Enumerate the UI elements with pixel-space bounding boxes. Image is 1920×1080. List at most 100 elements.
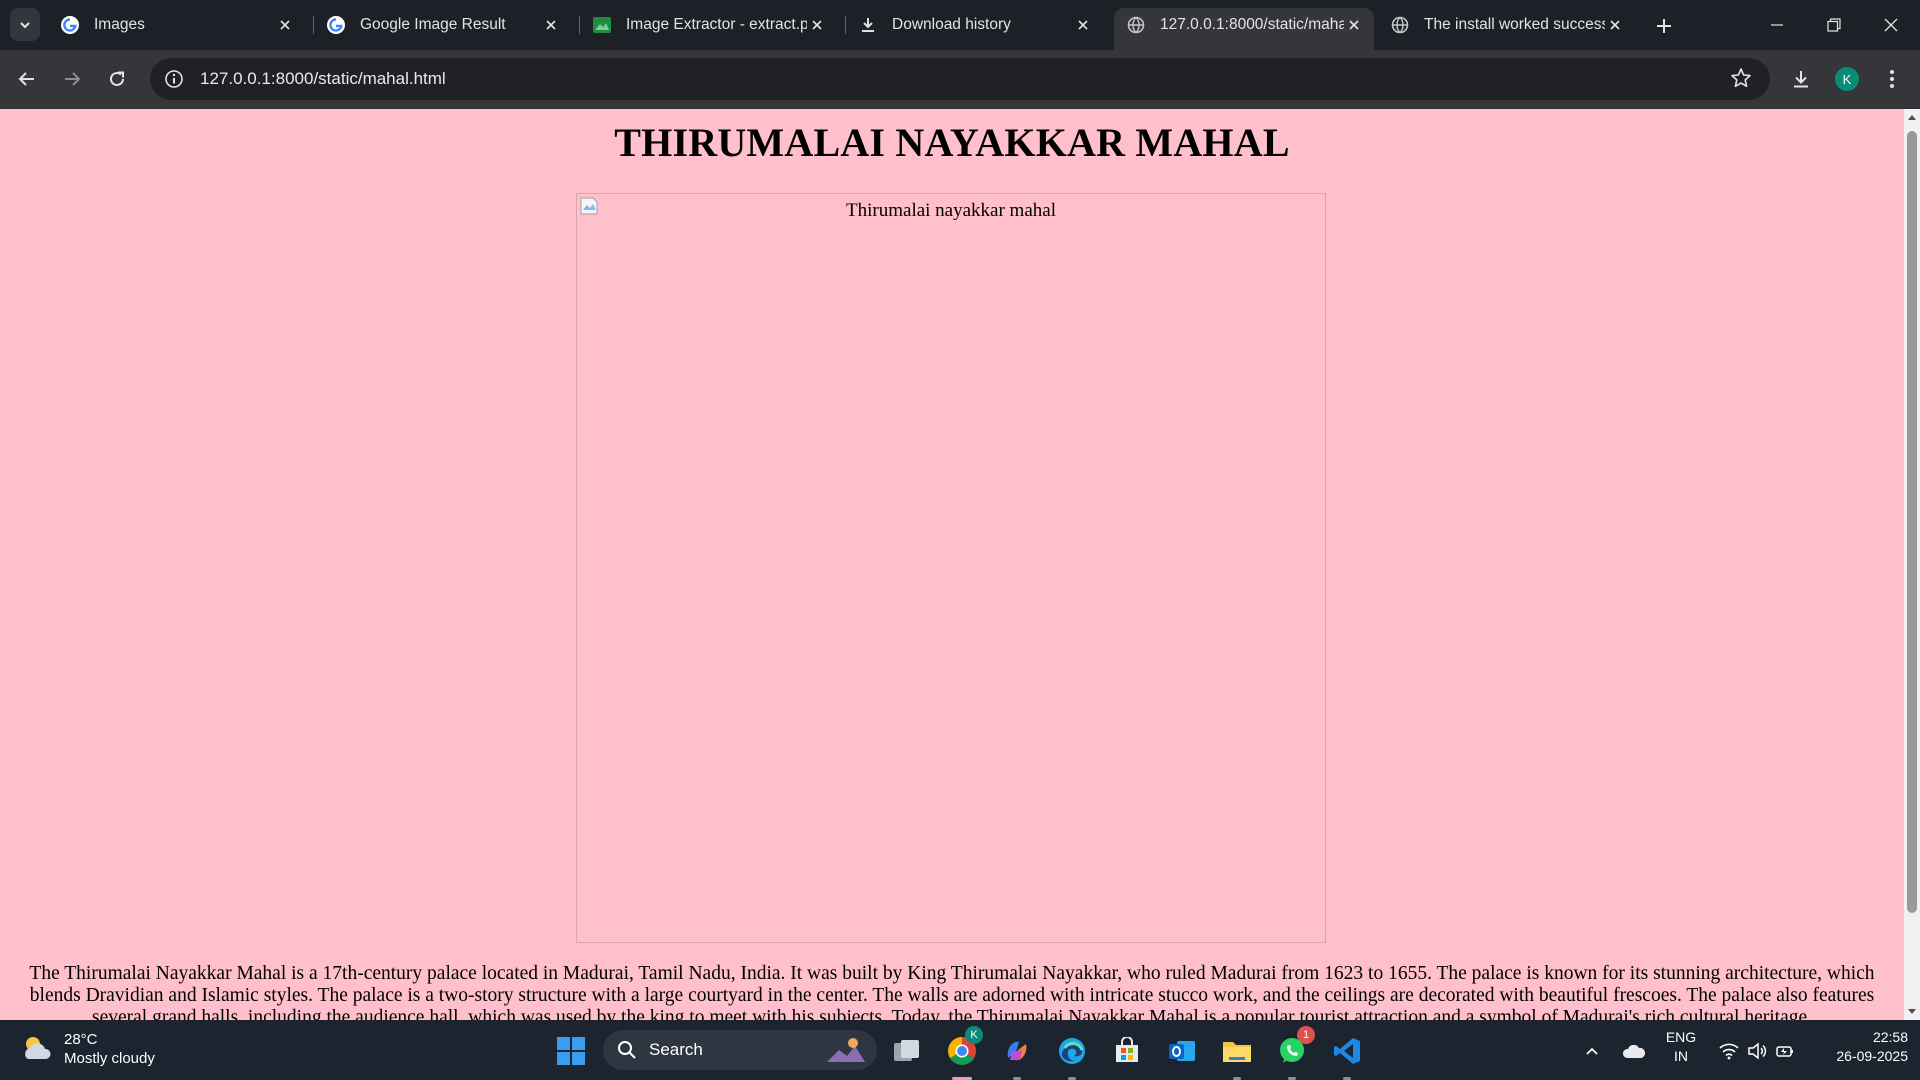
close-icon[interactable]: [275, 15, 295, 35]
address-bar[interactable]: 127.0.0.1:8000/static/mahal.html: [150, 58, 1770, 100]
chevron-up-icon: [1586, 1047, 1598, 1055]
taskbar-whatsapp[interactable]: 1: [1271, 1026, 1315, 1080]
close-icon[interactable]: [1344, 15, 1364, 35]
tab-strip: Images Google Image Result Image Extract…: [0, 0, 1920, 50]
edge-icon: [1059, 1038, 1085, 1064]
clock-time: 22:58: [1872, 1029, 1908, 1045]
page-title: THIRUMALAI NAYAKKAR MAHAL: [614, 120, 1290, 165]
tab-google-image-result[interactable]: Google Image Result: [314, 8, 571, 42]
tab-download-history[interactable]: Download history: [846, 8, 1103, 42]
arrow-right-icon: [65, 72, 81, 86]
clock-date: 26-09-2025: [1836, 1048, 1908, 1064]
vscode-icon: [1334, 1038, 1360, 1064]
search-label: Search: [649, 1040, 703, 1059]
downloads-button[interactable]: [1785, 63, 1817, 95]
url-text[interactable]: 127.0.0.1:8000/static/mahal.html: [200, 69, 446, 89]
microsoft-store-icon: [1116, 1037, 1138, 1062]
windows-logo-icon: [557, 1037, 585, 1065]
google-icon: [326, 15, 346, 35]
broken-image: Thirumalai nayakkar mahal: [576, 193, 1326, 943]
notification-badge: 1: [1297, 1026, 1315, 1044]
close-icon: [1884, 18, 1898, 32]
copilot-icon: [1007, 1041, 1027, 1061]
onedrive-button[interactable]: [1618, 1030, 1650, 1072]
tab-mahal-page[interactable]: 127.0.0.1:8000/static/mahal.html: [1114, 8, 1374, 50]
tab-title: Images: [94, 16, 145, 33]
taskbar-copilot[interactable]: [996, 1030, 1038, 1080]
close-icon[interactable]: [541, 15, 561, 35]
reload-icon: [110, 71, 124, 86]
tab-install-worked[interactable]: The install worked successfully!: [1378, 8, 1635, 42]
globe-icon: [1126, 15, 1146, 35]
taskbar-search[interactable]: Search: [603, 1030, 877, 1070]
language-code: ENG: [1665, 1029, 1697, 1045]
tab-title: The install worked successfully!: [1424, 16, 1605, 33]
language-indicator[interactable]: ENG IN: [1660, 1028, 1702, 1066]
quick-settings-button[interactable]: [1712, 1030, 1802, 1072]
download-icon: [1794, 71, 1808, 88]
outlook-icon: [1169, 1041, 1195, 1061]
wifi-icon: [1719, 1043, 1739, 1060]
chevron-down-icon: [20, 21, 30, 28]
weather-temperature: 28°C: [64, 1031, 98, 1048]
tab-title: Download history: [892, 16, 1011, 33]
restore-icon: [1827, 18, 1841, 32]
back-button[interactable]: [11, 63, 43, 95]
reload-button[interactable]: [101, 63, 133, 95]
forward-button[interactable]: [56, 63, 88, 95]
onedrive-cloud-icon: [1622, 1044, 1646, 1058]
taskbar-store[interactable]: [1106, 1030, 1148, 1072]
google-icon: [60, 15, 80, 35]
taskbar-vscode[interactable]: [1326, 1030, 1368, 1080]
task-view-icon: [894, 1040, 919, 1061]
tab-title: Google Image Result: [360, 16, 506, 33]
image-extractor-icon: [592, 15, 612, 35]
restore-button[interactable]: [1805, 0, 1863, 50]
tab-images[interactable]: Images: [48, 8, 305, 42]
plus-icon: [1657, 19, 1671, 33]
description-paragraph: The Thirumalai Nayakkar Mahal is a 17th-…: [29, 963, 1875, 1020]
download-icon: [858, 15, 878, 35]
battery-charging-icon: [1776, 1046, 1793, 1057]
taskbar-outlook[interactable]: [1161, 1030, 1203, 1072]
page-viewport: THIRUMALAI NAYAKKAR MAHAL Thirumalai nay…: [0, 109, 1904, 1020]
volume-icon: [1748, 1042, 1767, 1060]
close-icon[interactable]: [1605, 15, 1625, 35]
show-hidden-icons-button[interactable]: [1578, 1030, 1606, 1072]
profile-button[interactable]: K: [1831, 63, 1863, 95]
folder-icon: [1223, 1042, 1251, 1062]
taskbar-edge[interactable]: [1051, 1030, 1093, 1080]
bookmark-star-icon[interactable]: [1730, 67, 1754, 91]
scroll-down-arrow-icon[interactable]: [1904, 1004, 1920, 1020]
scroll-up-arrow-icon[interactable]: [1904, 109, 1920, 125]
minimize-icon: [1771, 24, 1783, 26]
chrome-profile-badge: K: [965, 1026, 983, 1044]
taskbar-file-explorer[interactable]: [1216, 1030, 1258, 1080]
arrow-left-icon: [18, 72, 34, 86]
clock[interactable]: 22:58 26-09-2025: [1812, 1028, 1908, 1066]
site-info-icon[interactable]: [162, 67, 186, 91]
task-view-button[interactable]: [886, 1030, 928, 1072]
weather-description: Mostly cloudy: [64, 1050, 155, 1067]
tab-image-extractor[interactable]: Image Extractor - extract.pics: [580, 8, 837, 42]
windows-taskbar: 28°C Mostly cloudy Search K 1 ENG IN 22:…: [0, 1020, 1920, 1080]
browser-toolbar: 127.0.0.1:8000/static/mahal.html K: [0, 50, 1920, 109]
scrollbar-thumb[interactable]: [1907, 131, 1917, 913]
cloud-sun-icon: [25, 1037, 51, 1059]
globe-icon: [1390, 15, 1410, 35]
taskbar-chrome[interactable]: K: [941, 1026, 983, 1080]
close-icon[interactable]: [807, 15, 827, 35]
search-highlight-image-icon: [827, 1038, 865, 1062]
browser-menu-button[interactable]: [1877, 63, 1907, 95]
new-tab-button[interactable]: [1650, 12, 1678, 40]
start-button[interactable]: [550, 1030, 592, 1072]
image-alt-text: Thirumalai nayakkar mahal: [846, 200, 1056, 221]
tab-search-button[interactable]: [10, 8, 40, 41]
page-scrollbar[interactable]: [1904, 109, 1920, 1020]
avatar: K: [1835, 67, 1859, 91]
close-icon[interactable]: [1073, 15, 1093, 35]
minimize-button[interactable]: [1748, 0, 1806, 50]
weather-widget[interactable]: 28°C Mostly cloudy: [20, 1030, 155, 1068]
close-window-button[interactable]: [1862, 0, 1920, 50]
more-vertical-icon: [1890, 70, 1894, 88]
